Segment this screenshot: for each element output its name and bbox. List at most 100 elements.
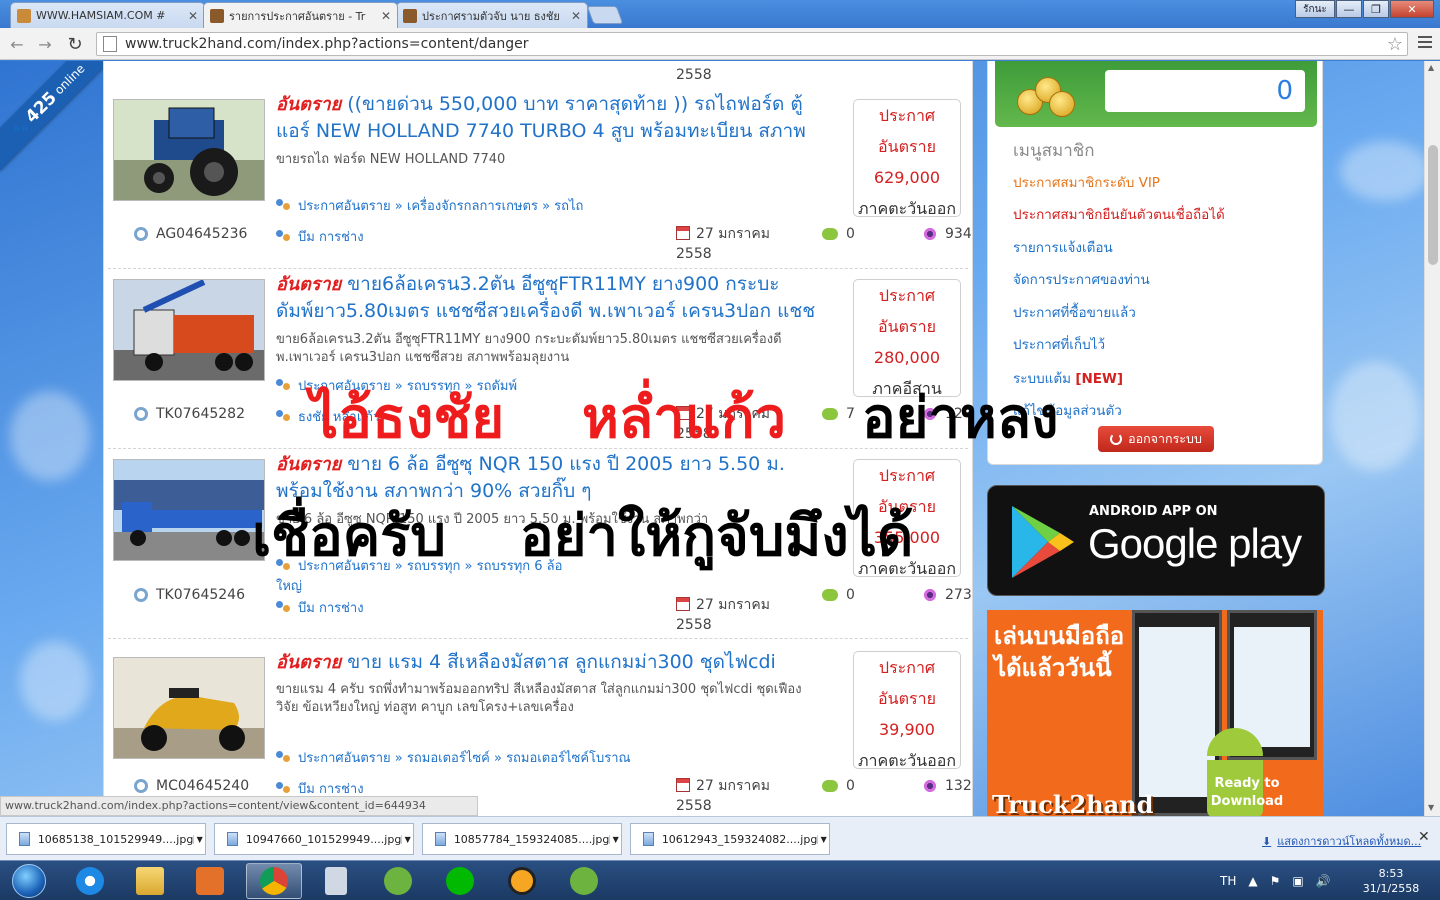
- listing-poster[interactable]: บึม การช่าง: [276, 226, 364, 247]
- google-play-badge[interactable]: ANDROID APP ON Google play: [987, 485, 1325, 596]
- tab-hamsiam[interactable]: WWW.HAMSIAM.COM # ✕: [10, 2, 205, 28]
- logout-button[interactable]: ออกจากระบบ: [1098, 426, 1214, 452]
- download-item[interactable]: 10947660_101529949....jpg ▼: [214, 823, 414, 855]
- taskbar-calculator[interactable]: [308, 863, 364, 899]
- taskbar-chrome[interactable]: [246, 863, 302, 899]
- listing-price: 39,900: [879, 720, 935, 739]
- menu-saved[interactable]: ประกาศที่เก็บไว้: [1013, 333, 1105, 355]
- taskbar-explorer[interactable]: [122, 863, 178, 899]
- taskbar-line[interactable]: [432, 863, 488, 899]
- background-cloud: [1330, 361, 1420, 471]
- clock[interactable]: 8:53 31/1/2558: [1356, 866, 1426, 896]
- listing-title[interactable]: อันตราย ขาย แรม 4 สีเหลืองมัสตาส ลูกแกมม…: [276, 649, 816, 676]
- scrollbar-thumb[interactable]: [1428, 145, 1438, 265]
- listing-title[interactable]: อันตราย ((ขายด่วน 550,000 บาท ราคาสุดท้า…: [276, 91, 816, 145]
- close-tab-icon[interactable]: ✕: [188, 9, 198, 23]
- listing-breadcrumb[interactable]: ประกาศอันตราย » รถมอเตอร์ไซค์ » รถมอเตอร…: [276, 747, 816, 768]
- listing-thumbnail[interactable]: [113, 459, 265, 561]
- tab-wanted[interactable]: ประกาศรามตัวจับ นาย ธงชัย ✕: [396, 2, 588, 28]
- key-icon: [134, 407, 148, 421]
- category-icon: [276, 378, 292, 393]
- close-tab-icon[interactable]: ✕: [571, 9, 581, 23]
- scroll-down-icon[interactable]: ▼: [1428, 803, 1434, 812]
- download-item[interactable]: 10857784_159324085....jpg ▼: [422, 823, 622, 855]
- listing-thumbnail[interactable]: [113, 279, 265, 381]
- close-shelf-icon[interactable]: ✕: [1418, 829, 1430, 845]
- chrome-menu-icon[interactable]: [1418, 36, 1432, 51]
- tray-expand-icon[interactable]: ▲: [1248, 874, 1257, 888]
- listing-views: 934: [923, 226, 972, 242]
- listing-comments: 0: [822, 587, 855, 603]
- address-bar[interactable]: www.truck2hand.com/index.php?actions=con…: [96, 32, 1408, 56]
- address-url[interactable]: www.truck2hand.com/index.php?actions=con…: [125, 36, 1387, 52]
- user-icon: [276, 409, 292, 424]
- new-badge: [NEW]: [1075, 371, 1124, 387]
- show-all-downloads-link[interactable]: ⬇ แสดงการดาวน์โหลดทั้งหมด...: [1262, 832, 1421, 850]
- back-arrow-icon[interactable]: ←: [6, 33, 28, 55]
- menu-notifications[interactable]: รายการแจ้งเตือน: [1013, 236, 1113, 258]
- flag-icon[interactable]: ⚑: [1270, 874, 1281, 888]
- windows-taskbar: TH ▲ ⚑ ▣ 🔊 8:53 31/1/2558: [0, 860, 1440, 900]
- close-window-button[interactable]: ✕: [1390, 0, 1434, 18]
- volume-icon[interactable]: 🔊: [1316, 874, 1331, 888]
- maximize-button[interactable]: ❐: [1363, 0, 1389, 18]
- new-tab-button[interactable]: [586, 6, 624, 24]
- menu-sold[interactable]: ประกาศที่ซื้อขายแล้ว: [1013, 301, 1136, 323]
- mobile-promo-banner[interactable]: เล่นบนมือถือ ได้แล้ววันนี้ Truck2hand Re…: [987, 610, 1323, 816]
- listing-code: MC04645240: [134, 778, 249, 794]
- listing-description: ขาย6ล้อเครน3.2ตัน อีซูซุFTR11MY ยาง900 ก…: [276, 332, 782, 365]
- chevron-down-icon[interactable]: ▼: [401, 834, 413, 844]
- listing-poster[interactable]: บึม การช่าง: [276, 597, 364, 618]
- listing-item[interactable]: อันตราย ((ขายด่วน 550,000 บาท ราคาสุดท้า…: [108, 89, 972, 269]
- chevron-down-icon[interactable]: ▼: [193, 834, 205, 844]
- reload-icon[interactable]: ↻: [64, 33, 86, 55]
- user-icon: [276, 229, 292, 244]
- download-item[interactable]: 10685138_101529949....jpg ▼: [6, 823, 206, 855]
- minimize-button[interactable]: —: [1336, 0, 1362, 18]
- profile-button[interactable]: รักนะ: [1295, 0, 1335, 18]
- chevron-down-icon[interactable]: ▼: [609, 834, 621, 844]
- forward-arrow-icon[interactable]: →: [34, 33, 56, 55]
- taskbar-utorrent[interactable]: [370, 863, 426, 899]
- listing-breadcrumb[interactable]: ประกาศอันตราย » เครื่องจักรกลการเกษตร » …: [276, 195, 816, 216]
- listing-thumbnail[interactable]: [113, 99, 265, 201]
- start-button[interactable]: [4, 861, 54, 900]
- online-count: 425: [21, 88, 61, 128]
- taskbar-app[interactable]: [494, 863, 550, 899]
- listing-item[interactable]: อันตราย ขาย6ล้อเครน3.2ตัน อีซูซุFTR11MY …: [108, 269, 968, 449]
- listing-title[interactable]: อันตราย ขาย 6 ล้อ อีซูซุ NQR 150 แรง ปี …: [276, 451, 816, 505]
- taskbar-media[interactable]: [182, 863, 238, 899]
- eye-icon: [923, 227, 937, 241]
- price-box: ประกาศ อันตราย 39,900 ภาคตะวันออก: [853, 651, 961, 770]
- close-tab-icon[interactable]: ✕: [381, 9, 391, 23]
- site-favicon-icon: [17, 8, 31, 23]
- menu-verified[interactable]: ประกาศสมาชิกยืนยันตัวตนเชื่อถือได้: [1013, 203, 1225, 225]
- ie-icon: [76, 867, 104, 895]
- language-indicator[interactable]: TH: [1220, 874, 1236, 888]
- chevron-down-icon[interactable]: ▼: [817, 834, 829, 844]
- network-icon[interactable]: ▣: [1292, 874, 1303, 888]
- key-icon: [134, 227, 148, 241]
- menu-manage-ads[interactable]: จัดการประกาศของท่าน: [1013, 268, 1150, 290]
- gplay-subtitle: ANDROID APP ON: [1089, 504, 1218, 519]
- vertical-scrollbar[interactable]: ▲ ▼: [1424, 61, 1440, 816]
- user-icon: [276, 600, 292, 615]
- bookmark-star-icon[interactable]: ☆: [1387, 34, 1403, 55]
- listing-breadcrumb-wrap[interactable]: ใหญ่: [276, 575, 816, 596]
- page-viewport: 🐾 425 online 2558 อันตราย ((ขายด่วน 550,: [0, 61, 1424, 816]
- tab-danger-list[interactable]: รายการประกาศอันตราย - Tr ✕: [203, 2, 398, 28]
- menu-vip[interactable]: ประกาศสมาชิกระดับ VIP: [1013, 171, 1160, 193]
- taskbar-utorrent-2[interactable]: [556, 863, 612, 899]
- play-triangle-icon: [1012, 506, 1074, 578]
- listing-thumbnail[interactable]: [113, 657, 265, 759]
- system-tray: TH ▲ ⚑ ▣ 🔊: [1220, 861, 1331, 900]
- folder-icon: [136, 867, 164, 895]
- listing-item[interactable]: อันตราย ขาย แรม 4 สีเหลืองมัสตาส ลูกแกมม…: [108, 639, 972, 816]
- listing-title[interactable]: อันตราย ขาย6ล้อเครน3.2ตัน อีซูซุFTR11MY …: [276, 271, 816, 325]
- credit-panel: 0: [995, 61, 1317, 127]
- key-icon: [134, 588, 148, 602]
- scroll-up-icon[interactable]: ▲: [1428, 63, 1434, 72]
- status-bubble-url: www.truck2hand.com/index.php?actions=con…: [0, 796, 478, 816]
- taskbar-ie[interactable]: [62, 863, 118, 899]
- download-item[interactable]: 10612943_159324082....jpg ▼: [630, 823, 830, 855]
